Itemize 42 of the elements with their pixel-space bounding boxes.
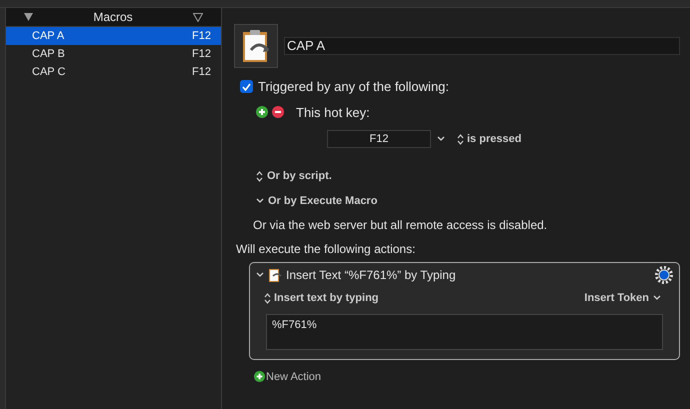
hotkey-condition-popup[interactable]: is pressed bbox=[457, 130, 522, 148]
macro-name: CAP B bbox=[32, 46, 65, 62]
macro-name-field[interactable]: CAP A bbox=[284, 37, 680, 55]
new-action-button[interactable]: New Action bbox=[254, 368, 322, 385]
or-by-execute-macro-toggle[interactable]: Or by Execute Macro bbox=[256, 192, 378, 209]
filter-triangle-icon[interactable] bbox=[193, 12, 203, 22]
insert-mode-popup[interactable]: Insert text by typing bbox=[264, 290, 379, 306]
macro-list-item[interactable]: CAP B F12 bbox=[6, 45, 221, 63]
web-server-note: Or via the web server but all remote access is disabled. bbox=[253, 217, 548, 234]
list-title: Macros bbox=[93, 9, 133, 26]
dropdown-caret-icon bbox=[653, 295, 661, 302]
clipboard-icon bbox=[268, 267, 282, 283]
trigger-checkbox[interactable] bbox=[240, 80, 253, 94]
macro-hotkey: F12 bbox=[192, 46, 211, 62]
gear-icon[interactable] bbox=[655, 266, 673, 284]
action-title: Insert Text “%F761%” by Typing bbox=[286, 267, 457, 284]
hotkey-field[interactable]: F12 bbox=[327, 130, 431, 148]
macro-list-item[interactable]: CAP A F12 bbox=[6, 27, 221, 45]
expand-caret-icon bbox=[256, 272, 264, 278]
macro-hotkey: F12 bbox=[192, 64, 211, 80]
insert-token-menu[interactable]: Insert Token bbox=[584, 290, 661, 306]
disclosure-caret-icon bbox=[256, 198, 264, 204]
trigger-label: Triggered by any of the following: bbox=[258, 78, 450, 96]
text-to-type-field[interactable]: %F761% bbox=[266, 314, 663, 350]
checkmark-icon bbox=[242, 82, 251, 91]
expand-toggle[interactable] bbox=[256, 272, 264, 278]
hotkey-label: This hot key: bbox=[296, 104, 370, 122]
add-icon[interactable] bbox=[254, 371, 265, 382]
macro-icon[interactable] bbox=[234, 24, 278, 68]
remove-icon[interactable] bbox=[272, 106, 284, 118]
sort-triangle-icon[interactable] bbox=[24, 13, 33, 21]
macro-hotkey: F12 bbox=[192, 28, 211, 44]
dropdown-caret-icon bbox=[437, 136, 445, 142]
up-down-arrows-icon bbox=[264, 292, 271, 304]
actions-heading: Will execute the following actions: bbox=[236, 241, 416, 258]
add-icon[interactable] bbox=[256, 106, 268, 118]
up-down-arrows-icon bbox=[457, 134, 464, 144]
up-down-arrows-icon bbox=[256, 170, 263, 182]
macro-name: CAP A bbox=[32, 28, 64, 44]
or-by-script-toggle[interactable]: Or by script. bbox=[256, 168, 332, 184]
macro-list-item[interactable]: CAP C F12 bbox=[6, 63, 221, 81]
macro-name: CAP C bbox=[32, 64, 66, 80]
